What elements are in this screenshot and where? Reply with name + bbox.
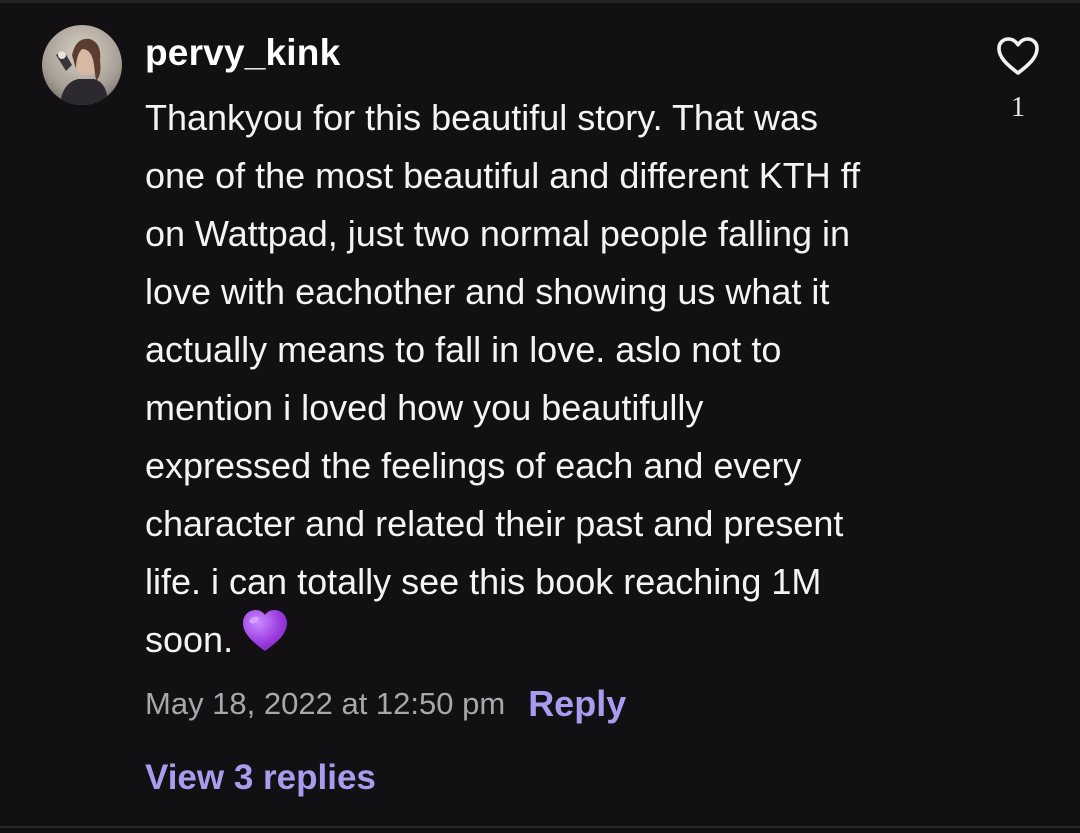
comment-text: Thankyou for this beautiful story. That …: [145, 89, 925, 669]
comment-line: life. i can totally see this book reachi…: [145, 561, 822, 602]
comment-line: Thankyou for this beautiful story. That …: [145, 97, 818, 138]
view-replies-button[interactable]: View 3 replies: [145, 756, 376, 800]
like-area: 1: [990, 36, 1046, 124]
comment-line-text: soon.: [145, 619, 234, 660]
comment-line: mention i loved how you beautifully: [145, 387, 704, 428]
avatar[interactable]: [42, 25, 122, 105]
like-button[interactable]: [994, 36, 1042, 80]
comment-last-line: soon.: [145, 609, 925, 670]
purple-heart-icon: [241, 609, 289, 670]
comment-line: character and related their past and pre…: [145, 503, 844, 544]
username[interactable]: pervy_kink: [145, 31, 340, 75]
comment-line: on Wattpad, just two normal people falli…: [145, 213, 851, 254]
comment-line: actually means to fall in love. aslo not…: [145, 329, 782, 370]
reply-button[interactable]: Reply: [528, 683, 626, 725]
comment-meta: May 18, 2022 at 12:50 pm Reply: [145, 680, 626, 728]
bottom-divider: [0, 826, 1080, 828]
timestamp: May 18, 2022 at 12:50 pm: [145, 686, 506, 721]
heart-outline-icon: [995, 35, 1041, 82]
comment-line: love with eachother and showing us what …: [145, 271, 830, 312]
comment-line: expressed the feelings of each and every: [145, 445, 802, 486]
comment-line: one of the most beautiful and different …: [145, 155, 861, 196]
comment-card: pervy_kink Thankyou for this beautiful s…: [0, 0, 1080, 826]
like-count: 1: [1011, 92, 1025, 123]
